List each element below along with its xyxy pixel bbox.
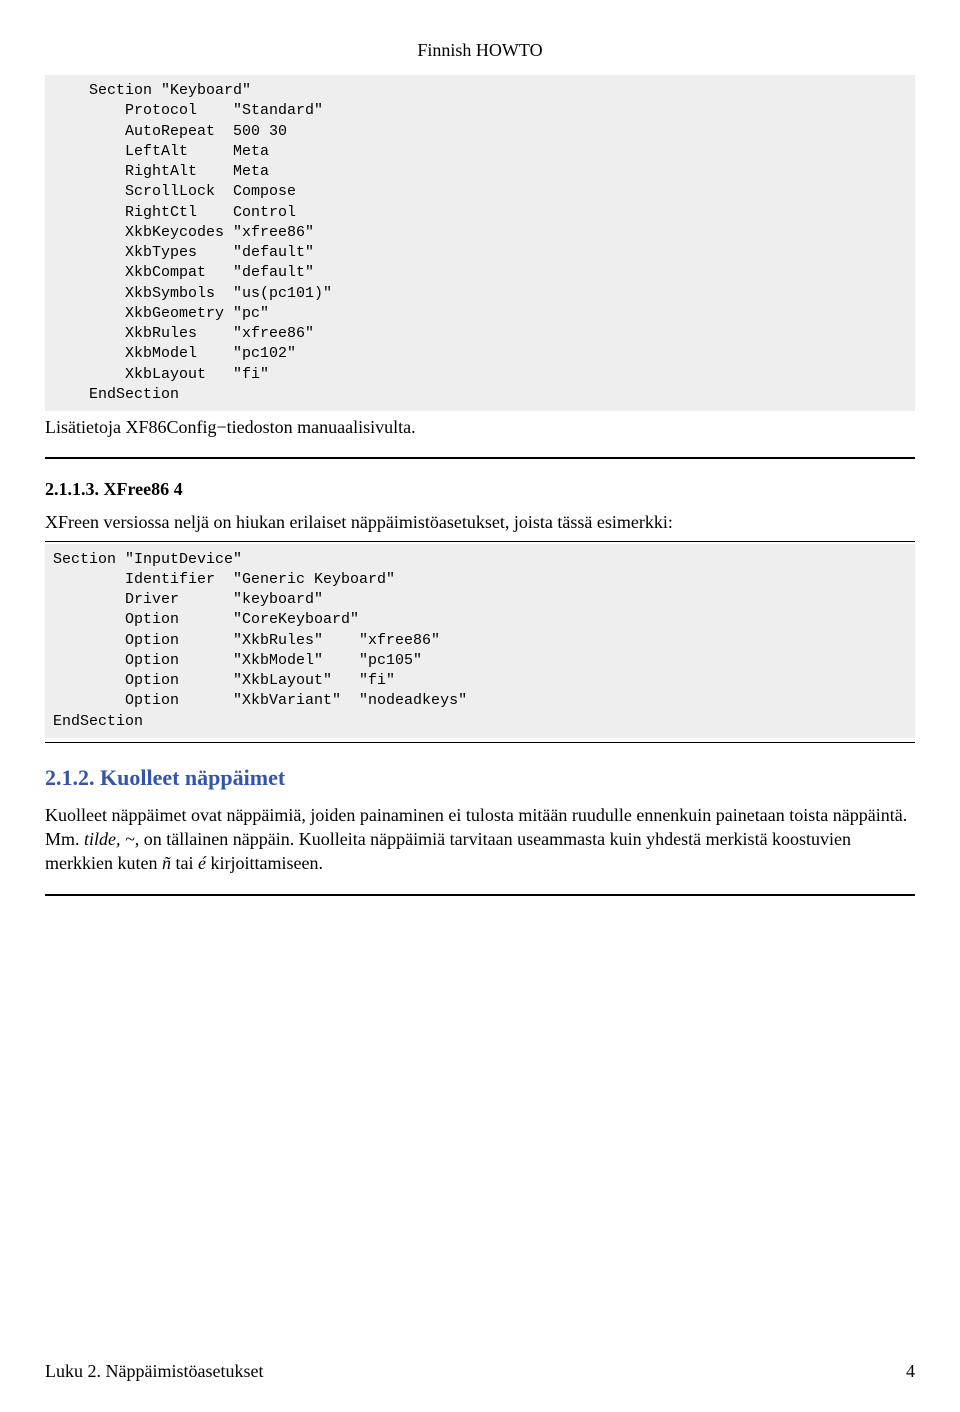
text-n-tilde: ñ [162,853,171,873]
divider [45,541,915,542]
page: Finnish HOWTO Section "Keyboard" Protoco… [0,0,960,1412]
divider [45,742,915,743]
paragraph-xfree86-4-intro: XFreen versiossa neljä on hiukan erilais… [45,510,915,534]
text-tilde-example: tilde, ~ [84,829,135,849]
code-block-inputdevice: Section "InputDevice" Identifier "Generi… [45,544,915,738]
page-header-title: Finnish HOWTO [45,40,915,61]
text-fragment: kirjoittamiseen. [206,853,323,873]
page-footer: Luku 2. Näppäimistöasetukset 4 [45,1361,915,1382]
paragraph-config-manual: Lisätietoja XF86Config−tiedoston manuaal… [45,415,915,439]
heading-xfree86-4: 2.1.1.3. XFree86 4 [45,479,915,500]
text-e-acute: é [198,853,206,873]
text-fragment: tai [171,853,198,873]
footer-page-number: 4 [906,1361,915,1382]
heading-dead-keys: 2.1.2. Kuolleet näppäimet [45,765,915,791]
paragraph-dead-keys: Kuolleet näppäimet ovat näppäimiä, joide… [45,803,915,876]
divider [45,894,915,896]
divider [45,457,915,459]
footer-chapter: Luku 2. Näppäimistöasetukset [45,1361,263,1382]
code-block-xfree86-3: Section "Keyboard" Protocol "Standard" A… [45,75,915,411]
